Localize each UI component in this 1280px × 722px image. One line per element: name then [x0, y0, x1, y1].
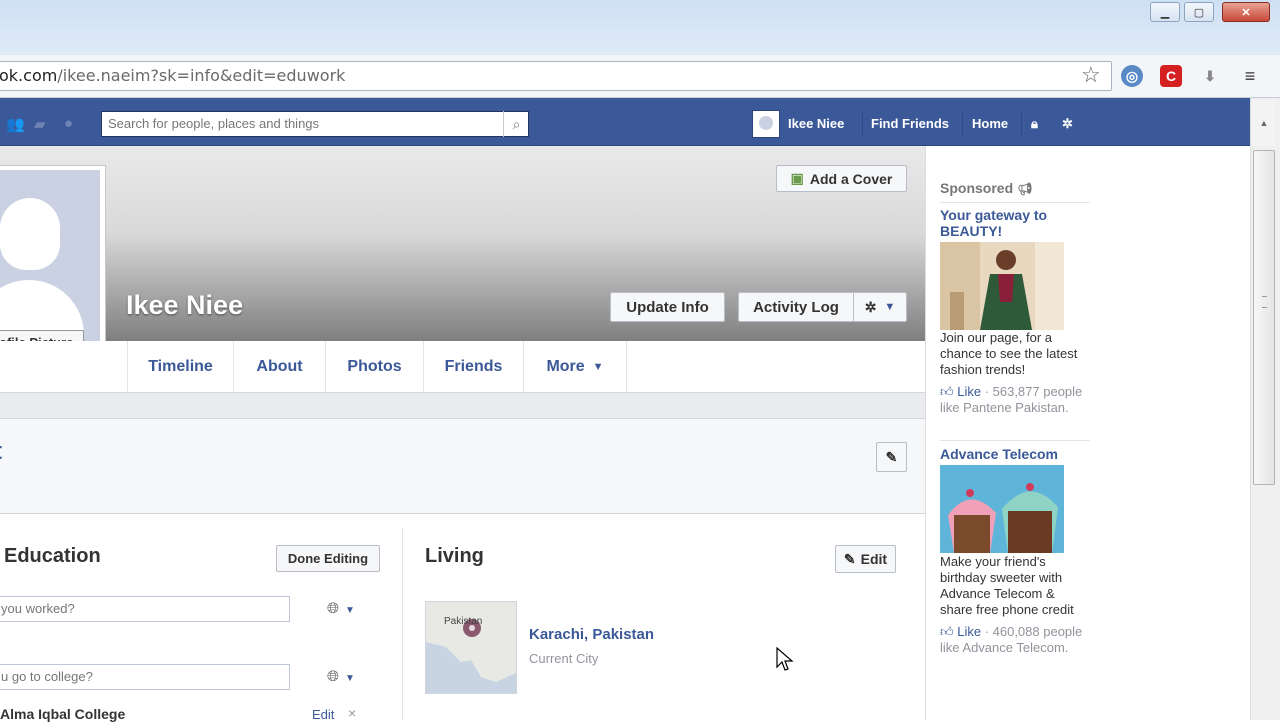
address-bar[interactable]: ok.com/ikee.naeim?sk=info&edit=eduwork	[0, 61, 1112, 91]
city-type: Current City	[529, 651, 599, 666]
remove-college-button[interactable]: ×	[348, 705, 356, 721]
maximize-icon: ▢	[1193, 6, 1205, 19]
ad-image-cupcakes-graphic	[940, 465, 1064, 553]
url-domain: ok.com	[0, 66, 58, 85]
like-icon[interactable]: 👍︎	[940, 624, 954, 639]
update-info-button[interactable]: Update Info	[610, 292, 725, 322]
chevron-down-icon: ▼	[345, 673, 355, 684]
about-header	[0, 418, 925, 514]
nav-divider	[1021, 112, 1022, 136]
pencil-icon: ✎	[885, 448, 898, 465]
avatar[interactable]	[752, 110, 780, 138]
map-label: Pakistan	[444, 616, 483, 627]
ad-title[interactable]: Advance Telecom	[940, 446, 1080, 462]
window-titlebar	[0, 0, 1280, 55]
lock-icon[interactable]: 🔒︎	[1031, 116, 1038, 132]
tab-more[interactable]: More ▼	[523, 341, 627, 393]
ad-image-fashion[interactable]	[940, 242, 1064, 330]
about-title: t	[0, 438, 2, 466]
minimize-icon: ▁	[1160, 6, 1170, 19]
menu-icon[interactable]: ≡	[1239, 65, 1261, 87]
edit-about-button[interactable]: ✎	[876, 442, 907, 472]
tab-friends[interactable]: Friends	[423, 341, 523, 393]
ad-image-cupcakes[interactable]	[940, 465, 1064, 553]
messages-icon[interactable]: ▰	[34, 115, 46, 133]
gear-icon: ✲	[864, 298, 877, 315]
chevron-down-icon: ▼	[884, 301, 896, 313]
chevron-down-icon: ▼	[345, 605, 355, 616]
location-map[interactable]: Pakistan	[425, 601, 517, 694]
tab-about[interactable]: About	[233, 341, 325, 393]
close-window-button[interactable]: ✕	[1222, 2, 1270, 22]
activity-log-button[interactable]: Activity Log	[738, 292, 854, 322]
edit-label: Edit	[860, 551, 888, 567]
profile-settings-button[interactable]: ✲ ▼	[853, 292, 907, 322]
scroll-up-button[interactable]: ▲	[1253, 100, 1275, 146]
done-editing-button[interactable]: Done Editing	[276, 545, 380, 572]
star-icon[interactable]: ☆	[1081, 64, 1101, 86]
ad-image-fashion-graphic	[940, 242, 1064, 330]
current-city[interactable]: Karachi, Pakistan	[529, 626, 654, 643]
ad-text: Join our page, for a chance to see the l…	[940, 330, 1078, 377]
chevron-up-icon: ▲	[1259, 118, 1269, 128]
nav-find-friends[interactable]: Find Friends	[871, 116, 949, 131]
scrollbar-thumb[interactable]	[1253, 150, 1275, 485]
friends-icon[interactable]: 👥	[6, 115, 25, 133]
like-link[interactable]: Like	[957, 384, 981, 399]
close-icon: ✕	[1241, 6, 1251, 19]
tab-photos[interactable]: Photos	[325, 341, 423, 393]
megaphone-icon: 📢︎	[1017, 182, 1033, 196]
education-title: Education	[4, 545, 101, 567]
ad-like-line: 👍︎ Like · 460,088 people like Advance Te…	[940, 624, 1090, 656]
sponsored-label: Sponsored	[940, 180, 1014, 196]
ad-text: Make your friend's birthday sweeter with…	[940, 554, 1074, 617]
minimize-button[interactable]: ▁	[1150, 2, 1180, 22]
profile-name: Ikee Niee	[126, 290, 244, 320]
divider	[940, 202, 1090, 203]
college-input[interactable]: u go to college?	[0, 664, 290, 690]
url-path: /ikee.naeim?sk=info&edit=eduwork	[57, 66, 346, 85]
globe-icon[interactable]: ●	[64, 115, 73, 132]
chevron-down-icon: ▼	[592, 361, 604, 373]
globe-icon: 🌐︎	[327, 600, 340, 617]
maximize-button[interactable]: ▢	[1184, 2, 1214, 22]
privacy-selector[interactable]: 🌐︎ ▼	[327, 600, 355, 617]
tab-more-label: More	[546, 358, 585, 375]
search-input[interactable]: Search for people, places and things	[101, 111, 529, 137]
privacy-selector[interactable]: 🌐︎ ▼	[327, 668, 355, 685]
sponsored-heading: Sponsored 📢︎	[940, 180, 1032, 196]
living-title: Living	[425, 545, 484, 567]
work-input[interactable]: you worked?	[0, 596, 290, 622]
search-icon[interactable]: ⌕	[503, 111, 529, 137]
extension-icon[interactable]: ◎	[1121, 65, 1143, 87]
globe-icon: 🌐︎	[327, 668, 340, 685]
ad-like-line: 👍︎ Like · 563,877 people like Pantene Pa…	[940, 384, 1090, 416]
tab-timeline[interactable]: Timeline	[127, 341, 233, 393]
camera-icon: ▣	[790, 170, 804, 186]
pencil-icon: ✎	[843, 550, 856, 567]
add-cover-button[interactable]: ▣ Add a Cover	[776, 165, 907, 192]
nav-home[interactable]: Home	[972, 116, 1008, 131]
like-icon[interactable]: 👍︎	[940, 384, 954, 399]
column-divider	[402, 528, 403, 720]
add-cover-label: Add a Cover	[809, 170, 893, 187]
nav-user-name[interactable]: Ikee Niee	[788, 116, 844, 131]
cursor-icon	[776, 646, 794, 676]
extension-icon[interactable]: C	[1160, 65, 1182, 87]
nav-divider	[962, 112, 963, 136]
download-icon[interactable]: ⬇	[1199, 65, 1221, 87]
edit-living-button[interactable]: ✎ Edit	[835, 545, 896, 573]
divider	[940, 440, 1090, 441]
ad-title[interactable]: Your gateway to BEAUTY!	[940, 207, 1080, 239]
like-link[interactable]: Like	[957, 624, 981, 639]
nav-divider	[862, 112, 863, 136]
gear-icon[interactable]: ✲	[1062, 116, 1073, 132]
